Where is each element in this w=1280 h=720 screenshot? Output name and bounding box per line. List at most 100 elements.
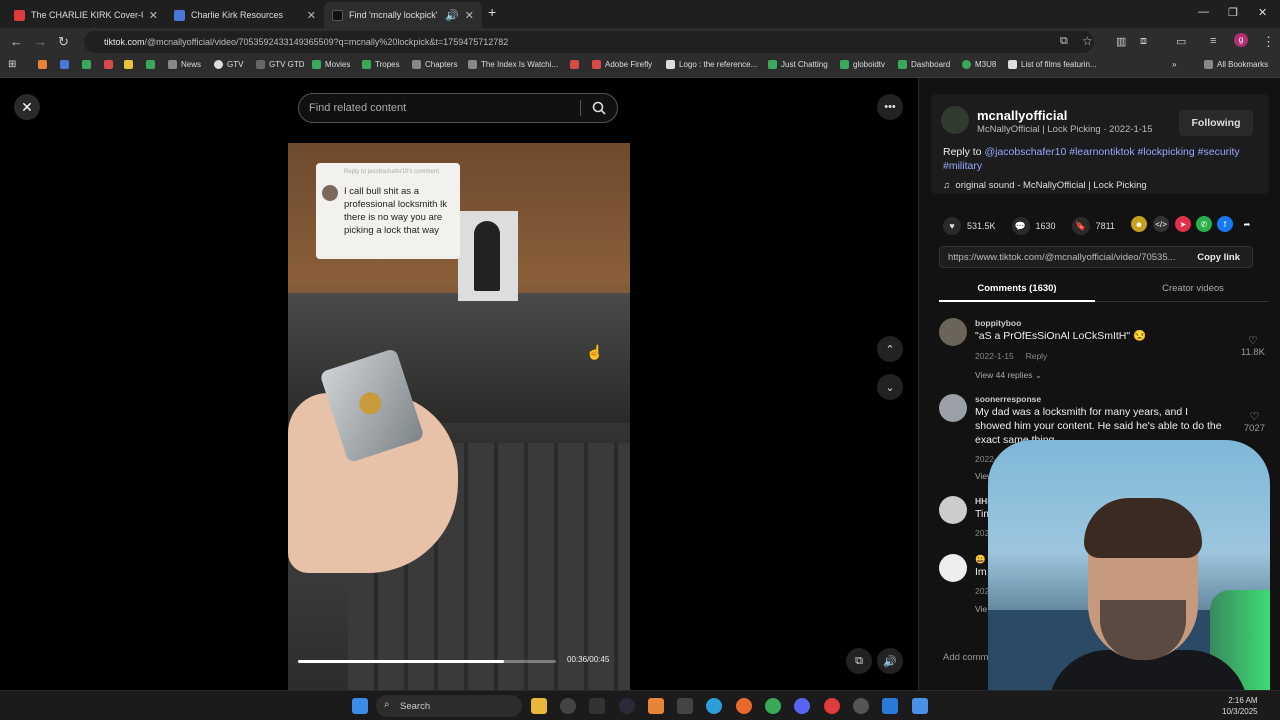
bookmark-item[interactable] [124, 60, 137, 69]
taskbar-search[interactable]: ⌕ Search [376, 695, 522, 717]
close-video-button[interactable]: ✕ [14, 94, 40, 120]
avatar[interactable] [939, 394, 967, 422]
copy-link-button[interactable]: Copy link [1197, 252, 1240, 263]
extension-icon[interactable]: ▥ [1116, 35, 1126, 48]
bookmark-index[interactable]: The Index Is Watchi... [468, 60, 558, 69]
bookmark-icon[interactable]: 🔖 [1071, 217, 1090, 235]
bookmark-globoidtv[interactable]: globoidtv [840, 60, 885, 69]
creator-username[interactable]: mcnallyofficial [977, 108, 1067, 123]
comment-username[interactable]: 😀 [975, 554, 986, 565]
bookmark-list-of-films[interactable]: List of films featurin... [1008, 60, 1097, 69]
all-bookmarks-folder[interactable]: All Bookmarks [1204, 60, 1268, 69]
volume-icon[interactable]: 🔊 [877, 648, 903, 674]
profile-avatar-icon[interactable]: g [1234, 33, 1248, 47]
close-tab-icon[interactable]: ✕ [465, 9, 474, 22]
send-icon[interactable]: ➤ [1175, 216, 1191, 232]
tab-comments[interactable]: Comments (1630) [939, 283, 1095, 294]
bookmark-chapters[interactable]: Chapters [412, 60, 457, 69]
new-tab-button[interactable]: + [488, 4, 496, 20]
creator-avatar[interactable] [941, 106, 969, 134]
install-app-icon[interactable]: ⧉ [1060, 35, 1068, 48]
avatar[interactable] [939, 496, 967, 524]
video-player[interactable]: Reply to jacobschafer10's comment I call… [288, 143, 630, 690]
facebook-icon[interactable]: f [1217, 216, 1233, 232]
picture-in-picture-icon[interactable]: ⧉ [846, 648, 872, 674]
cast-icon[interactable]: ▭ [1176, 35, 1186, 48]
minimize-icon[interactable]: — [1198, 6, 1209, 18]
puzzle-icon[interactable]: ⧈ [1140, 35, 1147, 48]
sound-link[interactable]: ♫ original sound - McNallyOfficial | Loc… [943, 180, 1147, 191]
bookmark-just-chatting[interactable]: Just Chatting [768, 60, 828, 69]
app-icon[interactable] [589, 698, 605, 714]
mute-tab-icon[interactable]: 🔊 [445, 9, 459, 22]
app-icon[interactable] [824, 698, 840, 714]
close-tab-icon[interactable]: ✕ [307, 9, 316, 22]
edge-icon[interactable] [706, 698, 722, 714]
app-icon[interactable] [619, 698, 635, 714]
bookmark-item[interactable] [104, 60, 117, 69]
like-icon[interactable]: ♥ [943, 217, 961, 235]
media-icon[interactable]: ≡ [1210, 35, 1216, 47]
bookmark-gtv-gtd[interactable]: GTV GTD [256, 60, 305, 69]
bookmark-item[interactable] [38, 60, 51, 69]
following-button[interactable]: Following [1179, 110, 1253, 136]
reply-button[interactable]: Reply [1026, 351, 1048, 361]
vscode-icon[interactable] [882, 698, 898, 714]
bookmark-item[interactable] [60, 60, 73, 69]
bookmark-m3u8[interactable]: M3U8 [962, 60, 996, 69]
restore-icon[interactable]: ❐ [1228, 6, 1238, 19]
browser-tab-2[interactable]: Charlie Kirk Resources ✕ [166, 2, 324, 28]
close-tab-icon[interactable]: ✕ [149, 9, 158, 22]
video-progress-bar[interactable] [298, 660, 556, 663]
comment-like[interactable]: ♡ 11.8K [1241, 334, 1265, 358]
view-replies-link[interactable]: View 44 replies ⌄ [975, 370, 1042, 381]
comment-username[interactable]: soonerresponse [975, 394, 1041, 404]
bookmark-star-icon[interactable]: ☆ [1082, 34, 1093, 48]
comment-like[interactable]: ♡ 7027 [1244, 410, 1265, 434]
add-comment-input[interactable]: Add comme [943, 652, 994, 663]
app-icon[interactable] [853, 698, 869, 714]
firefox-icon[interactable] [736, 698, 752, 714]
file-explorer-icon[interactable] [531, 698, 547, 714]
browser-tab-3[interactable]: Find 'mcnally lockpick' on 🔊 ✕ [324, 2, 482, 28]
share-gold-icon[interactable]: ☻ [1131, 216, 1147, 232]
app-icon[interactable] [560, 698, 576, 714]
app-icon[interactable] [912, 698, 928, 714]
taskbar-clock[interactable]: 2:16 AM 10/3/2025 [1222, 695, 1258, 717]
view-replies-link[interactable]: Vie [975, 604, 987, 614]
search-input[interactable]: Find related content [298, 93, 618, 123]
menu-kebab-icon[interactable]: ⋮ [1262, 34, 1275, 50]
caption-mention[interactable]: @jacobschafer10 [984, 146, 1066, 158]
window-close-icon[interactable]: ✕ [1258, 6, 1267, 19]
discord-icon[interactable] [794, 698, 810, 714]
embed-icon[interactable]: </> [1153, 216, 1169, 232]
whatsapp-icon[interactable]: ✆ [1196, 216, 1212, 232]
windows-start-icon[interactable] [352, 698, 368, 714]
forward-icon[interactable]: → [34, 34, 47, 49]
bookmark-adobe-firefly[interactable]: Adobe Firefly [592, 60, 652, 69]
tab-creator-videos[interactable]: Creator videos [1115, 283, 1271, 294]
bookmark-gtv[interactable]: GTV [214, 60, 243, 69]
vlc-icon[interactable] [648, 698, 664, 714]
avatar[interactable] [939, 554, 967, 582]
comment-icon[interactable]: 💬 [1011, 217, 1030, 235]
comment-username[interactable]: boppityboo [975, 318, 1021, 328]
bookmark-tropes[interactable]: Tropes [362, 60, 400, 69]
share-arrow-icon[interactable]: ➦ [1239, 216, 1255, 232]
bookmark-item[interactable] [146, 60, 159, 69]
more-options-icon[interactable]: ••• [877, 94, 903, 120]
bookmark-logo-reference[interactable]: Logo : the reference... [666, 60, 757, 69]
bookmark-item[interactable] [570, 60, 583, 69]
reload-icon[interactable]: ↻ [58, 34, 69, 50]
search-icon[interactable] [591, 100, 607, 119]
app-icon[interactable] [677, 698, 693, 714]
bookmark-item[interactable] [82, 60, 95, 69]
avatar[interactable] [939, 318, 967, 346]
back-icon[interactable]: ← [10, 34, 23, 49]
address-bar[interactable]: tiktok.com/@mcnallyofficial/video/705359… [84, 31, 1094, 53]
next-video-icon[interactable]: ⌄ [877, 374, 903, 400]
bookmark-news[interactable]: News [168, 60, 201, 69]
apps-grid-icon[interactable]: ⊞ [8, 59, 16, 70]
bookmark-dashboard[interactable]: Dashboard [898, 60, 950, 69]
chrome-icon[interactable] [765, 698, 781, 714]
